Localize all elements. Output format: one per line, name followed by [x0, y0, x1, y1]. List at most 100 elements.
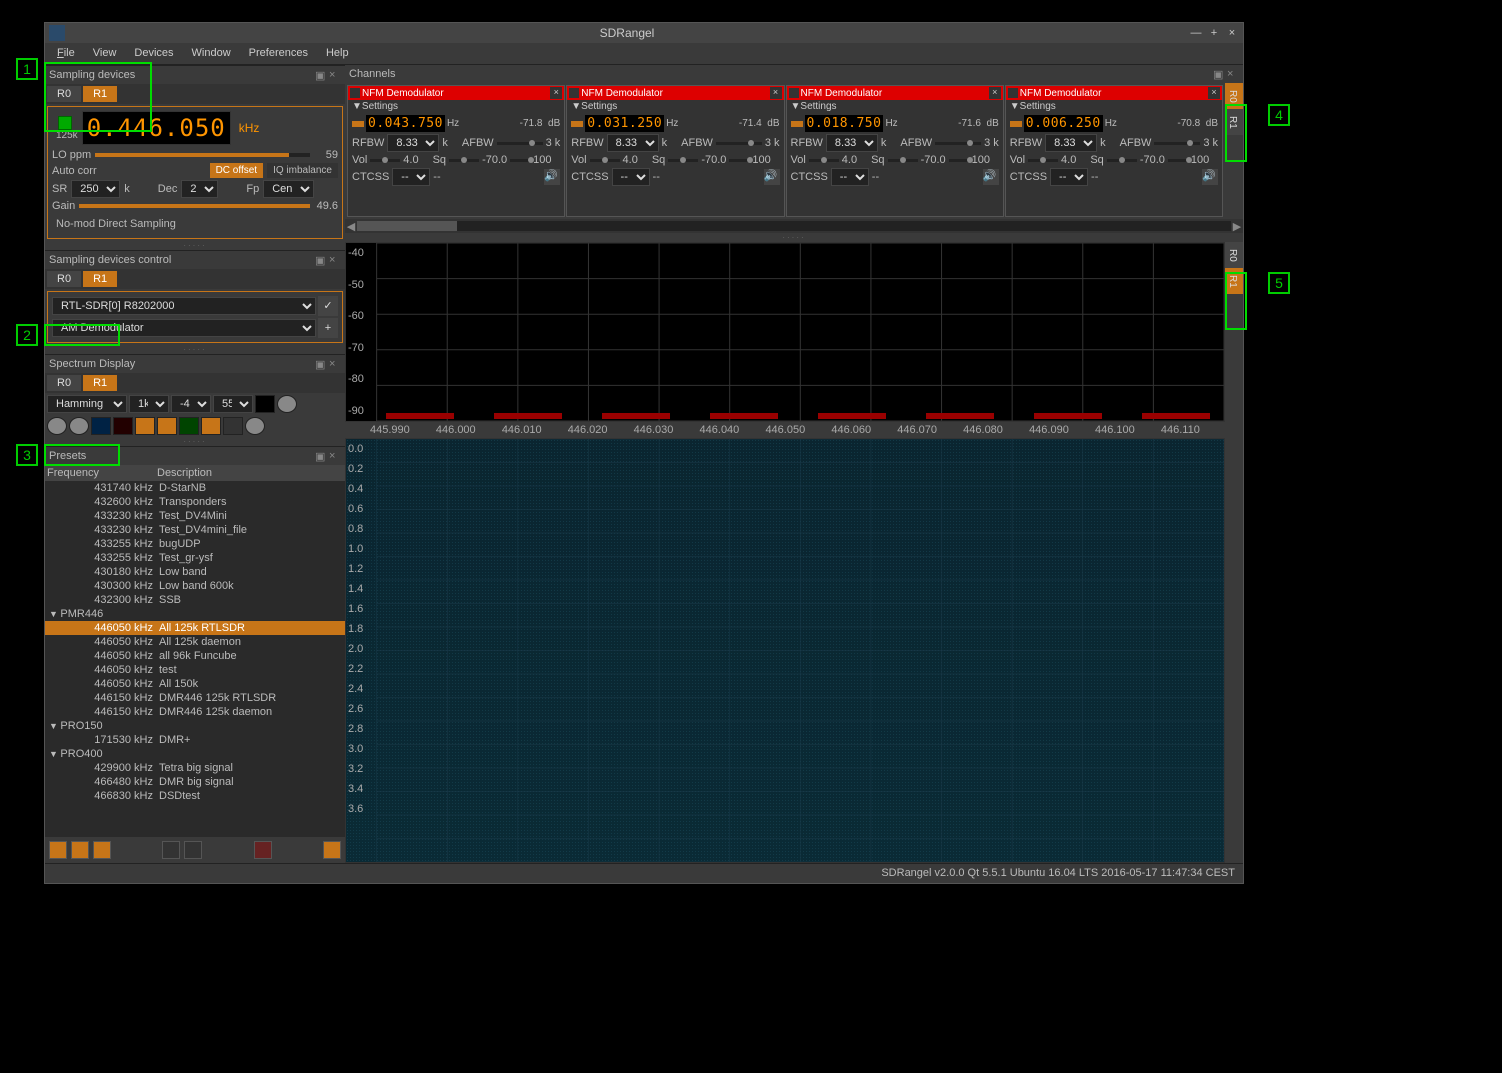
afbw-slider[interactable]	[716, 142, 762, 145]
fft-plot[interactable]: -40-50-60-70-80-90	[345, 242, 1225, 422]
sq-slider[interactable]	[888, 159, 918, 162]
channel-freq[interactable]: 0.018.750	[805, 115, 884, 132]
speaker-icon[interactable]: 🔊	[983, 169, 999, 185]
radio-button[interactable]	[277, 395, 297, 413]
preset-row[interactable]: 446050 kHzAll 150k	[45, 677, 345, 691]
gain-slider[interactable]	[79, 204, 310, 208]
preset-new[interactable]	[49, 841, 67, 859]
afbw-slider[interactable]	[497, 142, 543, 145]
grid-toggle[interactable]	[223, 417, 243, 435]
add-demod-button[interactable]: +	[318, 318, 338, 338]
menu-view[interactable]: View	[85, 43, 125, 64]
ctcss-select[interactable]: --	[831, 168, 869, 186]
minimize-button[interactable]: —	[1189, 26, 1203, 40]
channel-settings-toggle[interactable]: ▼Settings	[787, 100, 1003, 113]
menu-devices[interactable]: Devices	[126, 43, 181, 64]
sq-slider[interactable]	[668, 159, 698, 162]
close-panel-icon[interactable]: ×	[329, 69, 341, 81]
iq-imbalance-button[interactable]: IQ imbalance	[267, 163, 338, 178]
dot-btn[interactable]	[245, 417, 265, 435]
preset-row[interactable]: 430180 kHzLow band	[45, 565, 345, 579]
grid-btn2[interactable]	[69, 417, 89, 435]
menu-file[interactable]: File	[49, 43, 83, 64]
preset-row[interactable]: 446150 kHzDMR446 125k RTLSDR	[45, 691, 345, 705]
preset-row[interactable]: 433255 kHzbugUDP	[45, 537, 345, 551]
channel-title[interactable]: NFM Demodulator×	[348, 86, 564, 100]
maxhold-btn[interactable]	[113, 417, 133, 435]
preset-delete[interactable]	[254, 841, 272, 859]
channel-freq[interactable]: 0.006.250	[1024, 115, 1103, 132]
channel-close-icon[interactable]: ×	[1208, 87, 1220, 99]
fft-select[interactable]: 1k	[129, 395, 169, 413]
preset-edit[interactable]	[93, 841, 111, 859]
device-select[interactable]: RTL-SDR[0] R8202000	[52, 297, 316, 315]
vol-slider[interactable]	[809, 159, 839, 162]
maximize-button[interactable]: +	[1207, 26, 1221, 40]
dec-select[interactable]: 2	[181, 180, 218, 198]
col-description[interactable]: Description	[157, 467, 343, 479]
afbw-slider[interactable]	[1154, 142, 1200, 145]
close-button[interactable]: ×	[1225, 26, 1239, 40]
sq-slider2[interactable]	[510, 159, 530, 162]
spectrum-tab-r0[interactable]: R0	[1225, 242, 1243, 268]
tab-r1[interactable]: R1	[83, 375, 117, 391]
menu-help[interactable]: Help	[318, 43, 357, 64]
preset-row[interactable]: 433255 kHzTest_gr-ysf	[45, 551, 345, 565]
speaker-icon[interactable]: 🔊	[544, 169, 560, 185]
close-panel-icon[interactable]: ×	[329, 358, 341, 370]
channel-close-icon[interactable]: ×	[770, 87, 782, 99]
channel-close-icon[interactable]: ×	[989, 87, 1001, 99]
range-select[interactable]: 55	[213, 395, 253, 413]
menu-preferences[interactable]: Preferences	[241, 43, 316, 64]
detach-icon[interactable]: ▣	[315, 254, 327, 266]
preset-row[interactable]: 433230 kHzTest_DV4mini_file	[45, 523, 345, 537]
preset-load[interactable]	[323, 841, 341, 859]
preset-export[interactable]	[162, 841, 180, 859]
preset-row[interactable]: 430300 kHzLow band 600k	[45, 579, 345, 593]
preset-row[interactable]: 446050 kHzAll 125k RTLSDR	[45, 621, 345, 635]
rfbw-select[interactable]: 8.33	[1045, 134, 1097, 152]
channel-title[interactable]: NFM Demodulator×	[787, 86, 1003, 100]
vol-slider[interactable]	[370, 159, 400, 162]
waterfall-plot[interactable]: 0.00.20.40.60.81.01.21.41.61.82.02.22.42…	[345, 438, 1225, 863]
dc-offset-button[interactable]: DC offset	[210, 163, 264, 178]
titlebar[interactable]: SDRangel — + ×	[45, 23, 1243, 43]
preset-update[interactable]	[71, 841, 89, 859]
detach-icon[interactable]: ▣	[315, 69, 327, 81]
ref-select[interactable]: -40	[171, 395, 211, 413]
sq-slider2[interactable]	[1168, 159, 1188, 162]
preset-row[interactable]: 431740 kHzD-StarNB	[45, 481, 345, 495]
current-btn[interactable]	[179, 417, 199, 435]
preset-row[interactable]: 446050 kHzall 96k Funcube	[45, 649, 345, 663]
histogram-btn[interactable]	[135, 417, 155, 435]
rfbw-select[interactable]: 8.33	[387, 134, 439, 152]
preset-import[interactable]	[184, 841, 202, 859]
close-panel-icon[interactable]: ×	[1227, 68, 1239, 80]
channels-hscroll[interactable]: ◀ ▶	[345, 219, 1243, 233]
sq-slider2[interactable]	[949, 159, 969, 162]
detach-icon[interactable]: ▣	[1213, 68, 1225, 80]
channel-title[interactable]: NFM Demodulator×	[567, 86, 783, 100]
afbw-slider[interactable]	[935, 142, 981, 145]
preset-group[interactable]: PMR446	[45, 607, 345, 621]
sq-slider[interactable]	[449, 159, 479, 162]
preset-row[interactable]: 446050 kHztest	[45, 663, 345, 677]
close-panel-icon[interactable]: ×	[329, 450, 341, 462]
channel-freq[interactable]: 0.031.250	[585, 115, 664, 132]
sq-slider2[interactable]	[729, 159, 749, 162]
vol-slider[interactable]	[590, 159, 620, 162]
preset-row[interactable]: 429900 kHzTetra big signal	[45, 761, 345, 775]
rfbw-select[interactable]: 8.33	[607, 134, 659, 152]
preset-row[interactable]: 446150 kHzDMR446 125k daemon	[45, 705, 345, 719]
ctcss-select[interactable]: --	[1050, 168, 1088, 186]
channel-settings-toggle[interactable]: ▼Settings	[567, 100, 783, 113]
preset-group[interactable]: PRO150	[45, 719, 345, 733]
vol-slider[interactable]	[1028, 159, 1058, 162]
channel-freq[interactable]: 0.043.750	[366, 115, 445, 132]
menu-window[interactable]: Window	[184, 43, 239, 64]
tab-r0[interactable]: R0	[47, 271, 81, 287]
tab-r1[interactable]: R1	[83, 271, 117, 287]
detach-icon[interactable]: ▣	[315, 450, 327, 462]
channel-title[interactable]: NFM Demodulator×	[1006, 86, 1222, 100]
channel-settings-toggle[interactable]: ▼Settings	[348, 100, 564, 113]
